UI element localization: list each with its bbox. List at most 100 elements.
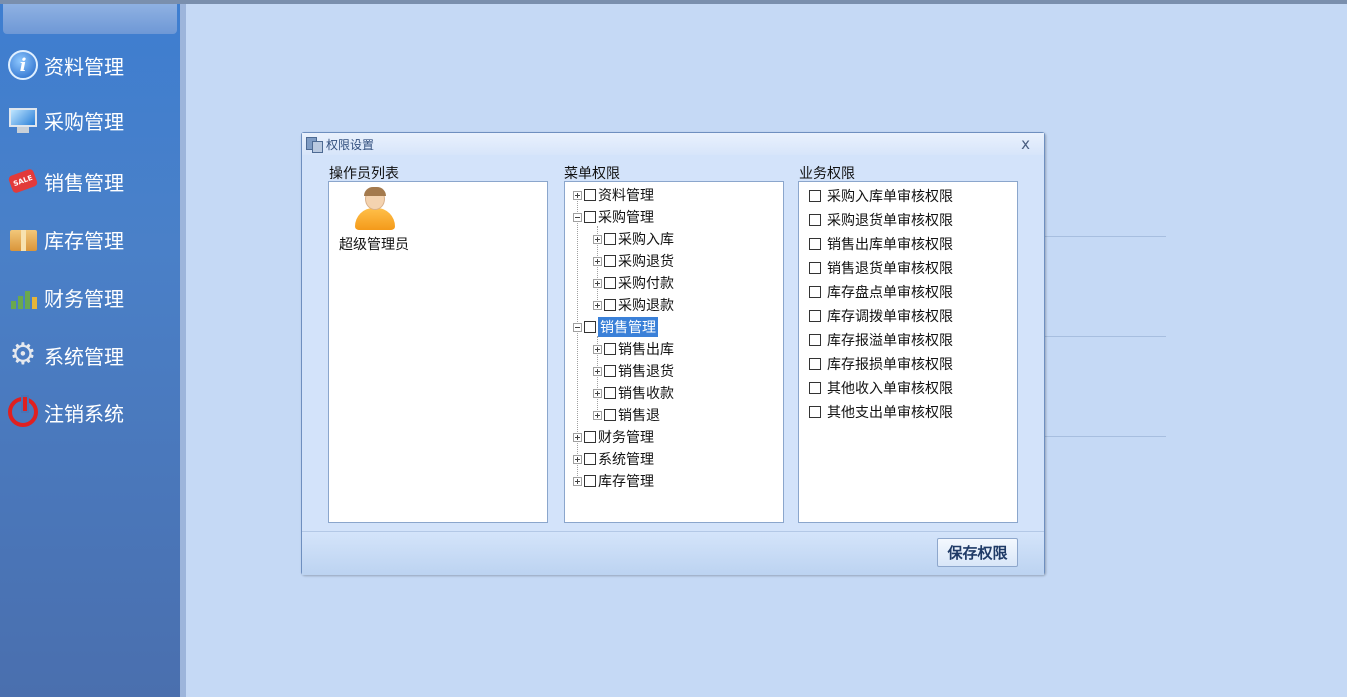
tree-node-finance-management[interactable]: 财务管理 — [573, 427, 654, 447]
top-border — [0, 0, 1347, 4]
permission-checkbox[interactable] — [809, 214, 821, 226]
collapse-icon[interactable] — [573, 322, 582, 332]
sidebar-item-sales-management[interactable]: SALE 销售管理 — [7, 164, 124, 198]
expand-icon[interactable] — [593, 256, 602, 266]
expand-icon[interactable] — [573, 454, 582, 464]
expand-icon[interactable] — [593, 278, 602, 288]
node-checkbox[interactable] — [604, 409, 616, 421]
node-checkbox[interactable] — [584, 321, 596, 333]
permission-label: 采购入库单审核权限 — [827, 189, 953, 205]
node-label: 销售收款 — [618, 386, 674, 402]
tree-node-sales-management[interactable]: 销售管理 — [573, 317, 658, 337]
business-permission-item[interactable]: 库存盘点单审核权限 — [809, 282, 953, 302]
permission-checkbox[interactable] — [809, 238, 821, 250]
tree-node-purchase-management[interactable]: 采购管理 — [573, 207, 654, 227]
tree-node-sales-out[interactable]: 销售出库 — [593, 339, 674, 359]
business-permission-item[interactable]: 库存调拨单审核权限 — [809, 306, 953, 326]
business-permissions-list[interactable]: 采购入库单审核权限 采购退货单审核权限 销售出库单审核权限 销售退货单审核权限 … — [798, 181, 1018, 523]
expand-icon[interactable] — [573, 432, 582, 442]
permission-label: 其他支出单审核权限 — [827, 405, 953, 421]
expand-icon[interactable] — [593, 234, 602, 244]
background-line — [1044, 436, 1166, 437]
tree-node-purchase-payment[interactable]: 采购付款 — [593, 273, 674, 293]
sidebar-item-label: 财务管理 — [44, 286, 124, 311]
sidebar-header — [3, 4, 177, 34]
permission-checkbox[interactable] — [809, 190, 821, 202]
permission-checkbox[interactable] — [809, 310, 821, 322]
sidebar-item-system-management[interactable]: ⚙ 系统管理 — [8, 338, 124, 372]
business-permission-item[interactable]: 销售退货单审核权限 — [809, 258, 953, 278]
permission-label: 采购退货单审核权限 — [827, 213, 953, 229]
business-permission-item[interactable]: 其他支出单审核权限 — [809, 402, 953, 422]
info-icon: i — [8, 50, 38, 80]
node-checkbox[interactable] — [604, 343, 616, 355]
user-avatar-icon — [353, 187, 397, 230]
sidebar-item-purchase-management[interactable]: 采购管理 — [8, 103, 124, 137]
node-checkbox[interactable] — [584, 453, 596, 465]
node-label: 采购退款 — [618, 298, 674, 314]
window-icon — [306, 137, 323, 153]
node-checkbox[interactable] — [584, 189, 596, 201]
business-permission-item[interactable]: 销售出库单审核权限 — [809, 234, 953, 254]
node-checkbox[interactable] — [604, 365, 616, 377]
permission-checkbox[interactable] — [809, 358, 821, 370]
dialog-footer: 保存权限 — [302, 531, 1044, 575]
tree-node-sales-refund[interactable]: 销售退 — [593, 405, 660, 425]
business-permission-item[interactable]: 采购入库单审核权限 — [809, 186, 953, 206]
save-permissions-button[interactable]: 保存权限 — [937, 538, 1018, 567]
expand-icon[interactable] — [593, 300, 602, 310]
sidebar-item-finance-management[interactable]: 财务管理 — [8, 280, 124, 314]
expand-icon[interactable] — [593, 388, 602, 398]
node-label: 财务管理 — [598, 430, 654, 446]
background-line — [1044, 336, 1166, 337]
permission-label: 库存调拨单审核权限 — [827, 309, 953, 325]
expand-icon[interactable] — [593, 366, 602, 376]
node-checkbox[interactable] — [584, 211, 596, 223]
business-permission-item[interactable]: 采购退货单审核权限 — [809, 210, 953, 230]
sidebar-item-label: 销售管理 — [44, 170, 124, 195]
tree-node-sales-return[interactable]: 销售退货 — [593, 361, 674, 381]
tree-node-system-management[interactable]: 系统管理 — [573, 449, 654, 469]
box-icon — [8, 224, 38, 254]
sidebar-item-logout[interactable]: 注销系统 — [8, 395, 124, 429]
sidebar-item-inventory-management[interactable]: 库存管理 — [8, 222, 124, 256]
expand-icon[interactable] — [593, 344, 602, 354]
node-checkbox[interactable] — [584, 475, 596, 487]
permission-checkbox[interactable] — [809, 334, 821, 346]
sidebar: i 资料管理 采购管理 SALE 销售管理 库存管理 财务管理 ⚙ 系统管理 注… — [0, 4, 186, 697]
node-checkbox[interactable] — [604, 299, 616, 311]
node-checkbox[interactable] — [604, 233, 616, 245]
expand-icon[interactable] — [573, 476, 582, 486]
tree-node-data-management[interactable]: 资料管理 — [573, 185, 654, 205]
expand-icon[interactable] — [593, 410, 602, 420]
node-checkbox[interactable] — [584, 431, 596, 443]
dialog-titlebar[interactable]: 权限设置 x — [302, 133, 1044, 155]
node-label: 库存管理 — [598, 474, 654, 490]
business-permissions-label: 业务权限 — [799, 166, 855, 182]
business-permission-item[interactable]: 库存报溢单审核权限 — [809, 330, 953, 350]
business-permission-item[interactable]: 库存报损单审核权限 — [809, 354, 953, 374]
permission-checkbox[interactable] — [809, 382, 821, 394]
operators-list[interactable]: 超级管理员 — [328, 181, 548, 523]
tree-node-sales-receipt[interactable]: 销售收款 — [593, 383, 674, 403]
business-permission-item[interactable]: 其他收入单审核权限 — [809, 378, 953, 398]
collapse-icon[interactable] — [573, 212, 582, 222]
close-button[interactable]: x — [1021, 137, 1030, 152]
operators-label: 操作员列表 — [329, 166, 399, 182]
gear-icon: ⚙ — [9, 337, 37, 372]
expand-icon[interactable] — [573, 190, 582, 200]
permission-checkbox[interactable] — [809, 286, 821, 298]
sidebar-item-data-management[interactable]: i 资料管理 — [8, 48, 124, 82]
permission-checkbox[interactable] — [809, 262, 821, 274]
permission-settings-dialog: 权限设置 x 操作员列表 超级管理员 菜单权限 资料管理 采购管理 采购入库 采… — [301, 132, 1045, 575]
permission-label: 库存报溢单审核权限 — [827, 333, 953, 349]
node-checkbox[interactable] — [604, 277, 616, 289]
permission-checkbox[interactable] — [809, 406, 821, 418]
tree-node-purchase-return[interactable]: 采购退货 — [593, 251, 674, 271]
tree-node-purchase-refund[interactable]: 采购退款 — [593, 295, 674, 315]
tree-node-inventory-management[interactable]: 库存管理 — [573, 471, 654, 491]
node-checkbox[interactable] — [604, 387, 616, 399]
menu-permissions-tree[interactable]: 资料管理 采购管理 采购入库 采购退货 采购付款 采购退款 销售管理 销售出库 … — [564, 181, 784, 523]
tree-node-purchase-in[interactable]: 采购入库 — [593, 229, 674, 249]
node-checkbox[interactable] — [604, 255, 616, 267]
